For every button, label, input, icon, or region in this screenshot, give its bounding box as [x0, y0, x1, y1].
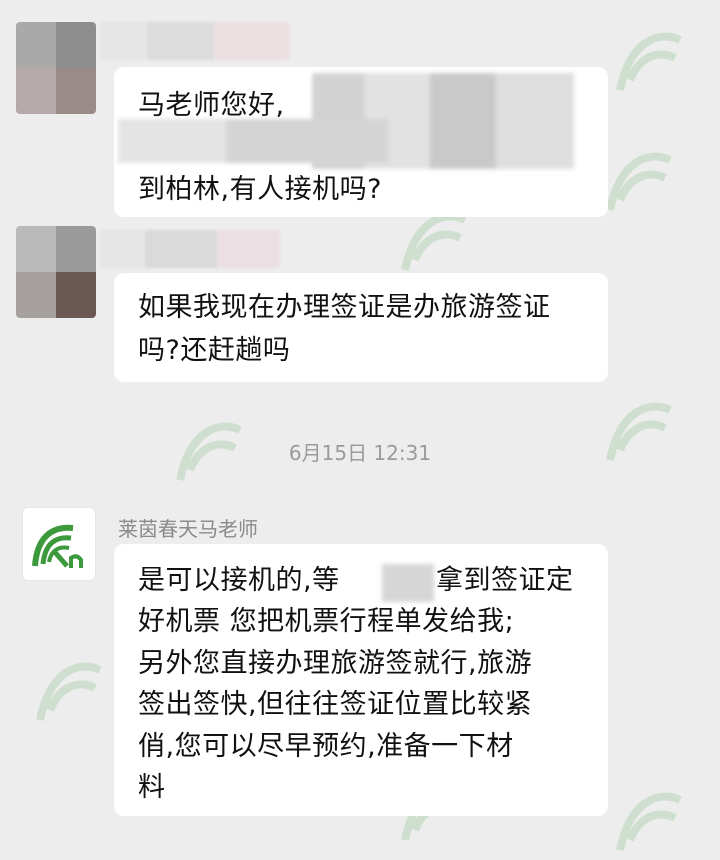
message-text: 是可以接机的,等	[138, 565, 340, 596]
chat-view: 马老师您好, 到柏林,有人接机吗? 如果我现在办理签证是办旅游签证 吗?还赶趟吗…	[0, 0, 720, 857]
message-text: 到柏林,有人接机吗?	[138, 174, 382, 205]
message-text: 签出签快,但往往签证位置比较紧	[138, 689, 533, 720]
redacted-text	[382, 564, 434, 602]
message-text: 如果我现在办理签证是办旅游签证	[138, 292, 551, 323]
message-text: 吗?还赶趟吗	[138, 335, 291, 366]
message-bubble[interactable]: 是可以接机的,等 拿到签证定 好机票 您把机票行程单发给我; 另外您直接办理旅游…	[114, 544, 608, 816]
avatar[interactable]	[22, 507, 96, 581]
message-text: 拿到签证定	[436, 565, 574, 596]
redacted-text	[118, 119, 388, 163]
message-text: 好机票 您把机票行程单发给我;	[138, 606, 515, 637]
message-text: 另外您直接办理旅游签就行,旅游	[138, 648, 533, 679]
watermark-logo-icon	[616, 32, 682, 91]
timestamp: 6月15日 12:31	[288, 441, 432, 465]
watermark-logo-icon	[606, 152, 672, 211]
message-text: 俏,您可以尽早预约,准备一下材	[138, 731, 514, 762]
sender-name-redacted	[100, 230, 280, 268]
watermark-logo-icon	[616, 792, 682, 851]
watermark-logo-icon	[36, 662, 102, 721]
message-bubble[interactable]: 如果我现在办理签证是办旅游签证 吗?还赶趟吗	[114, 273, 608, 382]
avatar[interactable]	[16, 226, 96, 318]
message-bubble[interactable]: 马老师您好, 到柏林,有人接机吗?	[114, 67, 608, 217]
sender-name: 莱茵春天马老师	[118, 517, 258, 541]
sender-name-redacted	[100, 22, 290, 60]
rn-logo-icon	[32, 524, 83, 568]
avatar[interactable]	[16, 22, 96, 114]
message-text: 料	[138, 772, 166, 803]
